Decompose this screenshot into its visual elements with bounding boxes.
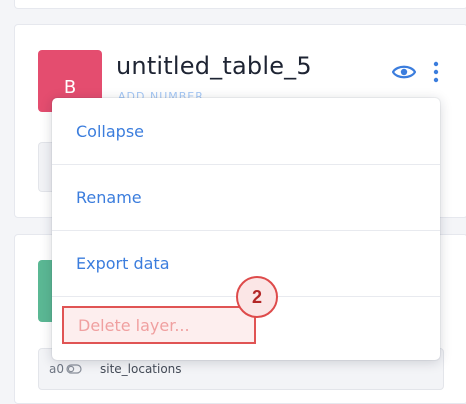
layer-badge-letter: B <box>63 76 77 98</box>
menu-item-rename[interactable]: Rename <box>52 164 440 230</box>
layer-title[interactable]: untitled_table_5 <box>116 52 312 80</box>
menu-item-label: Rename <box>76 188 142 207</box>
menu-item-delete-layer[interactable]: Delete layer... <box>62 306 256 344</box>
menu-item-collapse[interactable]: Collapse <box>52 98 440 164</box>
more-options-icon[interactable] <box>430 60 442 84</box>
previous-layer-card <box>14 0 466 9</box>
delete-layer-label: Delete layer... <box>78 315 190 335</box>
menu-item-label: Export data <box>76 254 170 273</box>
step-marker: 2 <box>236 276 278 318</box>
eye-icon[interactable] <box>392 63 416 81</box>
field-name: site_locations <box>100 362 182 376</box>
toggle-icon <box>66 364 82 374</box>
field-type-label: a0 <box>49 362 64 376</box>
menu-item-label: Collapse <box>76 121 144 141</box>
field-type: a0 <box>49 362 82 376</box>
